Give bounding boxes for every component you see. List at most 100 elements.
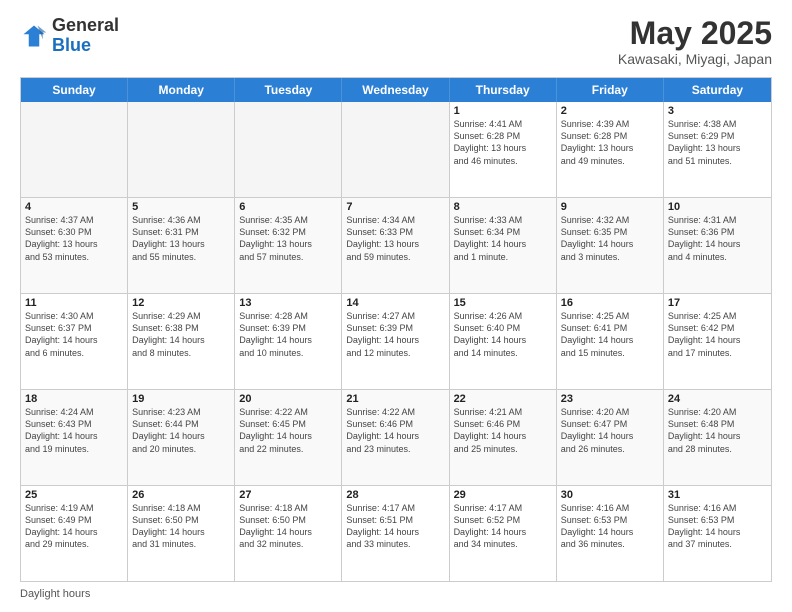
cell-info: Sunrise: 4:38 AM Sunset: 6:29 PM Dayligh…: [668, 118, 767, 167]
day-number: 3: [668, 105, 767, 117]
day-number: 15: [454, 297, 552, 309]
day-number: 13: [239, 297, 337, 309]
calendar-cell: 26Sunrise: 4:18 AM Sunset: 6:50 PM Dayli…: [128, 486, 235, 581]
day-number: 5: [132, 201, 230, 213]
day-number: 29: [454, 489, 552, 501]
calendar-cell: 30Sunrise: 4:16 AM Sunset: 6:53 PM Dayli…: [557, 486, 664, 581]
cell-info: Sunrise: 4:31 AM Sunset: 6:36 PM Dayligh…: [668, 214, 767, 263]
calendar-week-row: 18Sunrise: 4:24 AM Sunset: 6:43 PM Dayli…: [21, 389, 771, 485]
calendar-cell: 24Sunrise: 4:20 AM Sunset: 6:48 PM Dayli…: [664, 390, 771, 485]
calendar-cell: 27Sunrise: 4:18 AM Sunset: 6:50 PM Dayli…: [235, 486, 342, 581]
cell-info: Sunrise: 4:34 AM Sunset: 6:33 PM Dayligh…: [346, 214, 444, 263]
day-number: 14: [346, 297, 444, 309]
calendar-cell: 8Sunrise: 4:33 AM Sunset: 6:34 PM Daylig…: [450, 198, 557, 293]
location: Kawasaki, Miyagi, Japan: [618, 51, 772, 67]
cell-info: Sunrise: 4:17 AM Sunset: 6:51 PM Dayligh…: [346, 502, 444, 551]
day-number: 23: [561, 393, 659, 405]
cell-info: Sunrise: 4:21 AM Sunset: 6:46 PM Dayligh…: [454, 406, 552, 455]
cell-info: Sunrise: 4:16 AM Sunset: 6:53 PM Dayligh…: [668, 502, 767, 551]
cell-info: Sunrise: 4:16 AM Sunset: 6:53 PM Dayligh…: [561, 502, 659, 551]
calendar-cell: 17Sunrise: 4:25 AM Sunset: 6:42 PM Dayli…: [664, 294, 771, 389]
cell-info: Sunrise: 4:20 AM Sunset: 6:47 PM Dayligh…: [561, 406, 659, 455]
calendar-cell: 3Sunrise: 4:38 AM Sunset: 6:29 PM Daylig…: [664, 102, 771, 197]
day-number: 18: [25, 393, 123, 405]
calendar-cell: 9Sunrise: 4:32 AM Sunset: 6:35 PM Daylig…: [557, 198, 664, 293]
day-number: 10: [668, 201, 767, 213]
day-number: 2: [561, 105, 659, 117]
cell-info: Sunrise: 4:33 AM Sunset: 6:34 PM Dayligh…: [454, 214, 552, 263]
calendar-cell: 19Sunrise: 4:23 AM Sunset: 6:44 PM Dayli…: [128, 390, 235, 485]
calendar-cell-empty: [21, 102, 128, 197]
cell-info: Sunrise: 4:18 AM Sunset: 6:50 PM Dayligh…: [239, 502, 337, 551]
day-number: 8: [454, 201, 552, 213]
day-number: 28: [346, 489, 444, 501]
cell-info: Sunrise: 4:39 AM Sunset: 6:28 PM Dayligh…: [561, 118, 659, 167]
calendar-cell: 15Sunrise: 4:26 AM Sunset: 6:40 PM Dayli…: [450, 294, 557, 389]
cell-info: Sunrise: 4:26 AM Sunset: 6:40 PM Dayligh…: [454, 310, 552, 359]
day-number: 25: [25, 489, 123, 501]
month-title: May 2025: [618, 16, 772, 51]
day-number: 16: [561, 297, 659, 309]
cell-info: Sunrise: 4:36 AM Sunset: 6:31 PM Dayligh…: [132, 214, 230, 263]
calendar-cell: 10Sunrise: 4:31 AM Sunset: 6:36 PM Dayli…: [664, 198, 771, 293]
calendar: SundayMondayTuesdayWednesdayThursdayFrid…: [20, 77, 772, 582]
cell-info: Sunrise: 4:19 AM Sunset: 6:49 PM Dayligh…: [25, 502, 123, 551]
calendar-cell: 11Sunrise: 4:30 AM Sunset: 6:37 PM Dayli…: [21, 294, 128, 389]
calendar-cell: 14Sunrise: 4:27 AM Sunset: 6:39 PM Dayli…: [342, 294, 449, 389]
calendar-cell: 20Sunrise: 4:22 AM Sunset: 6:45 PM Dayli…: [235, 390, 342, 485]
calendar-cell: 7Sunrise: 4:34 AM Sunset: 6:33 PM Daylig…: [342, 198, 449, 293]
day-number: 12: [132, 297, 230, 309]
day-number: 20: [239, 393, 337, 405]
day-of-week-header: Saturday: [664, 78, 771, 102]
calendar-cell: 25Sunrise: 4:19 AM Sunset: 6:49 PM Dayli…: [21, 486, 128, 581]
calendar-week-row: 4Sunrise: 4:37 AM Sunset: 6:30 PM Daylig…: [21, 197, 771, 293]
cell-info: Sunrise: 4:23 AM Sunset: 6:44 PM Dayligh…: [132, 406, 230, 455]
day-of-week-header: Wednesday: [342, 78, 449, 102]
day-of-week-header: Monday: [128, 78, 235, 102]
day-number: 26: [132, 489, 230, 501]
logo: General Blue: [20, 16, 119, 56]
day-number: 31: [668, 489, 767, 501]
calendar-cell: 31Sunrise: 4:16 AM Sunset: 6:53 PM Dayli…: [664, 486, 771, 581]
page: General Blue May 2025 Kawasaki, Miyagi, …: [0, 0, 792, 612]
cell-info: Sunrise: 4:28 AM Sunset: 6:39 PM Dayligh…: [239, 310, 337, 359]
day-number: 7: [346, 201, 444, 213]
cell-info: Sunrise: 4:20 AM Sunset: 6:48 PM Dayligh…: [668, 406, 767, 455]
cell-info: Sunrise: 4:41 AM Sunset: 6:28 PM Dayligh…: [454, 118, 552, 167]
logo-blue: Blue: [52, 35, 91, 55]
calendar-cell: 13Sunrise: 4:28 AM Sunset: 6:39 PM Dayli…: [235, 294, 342, 389]
day-number: 21: [346, 393, 444, 405]
cell-info: Sunrise: 4:22 AM Sunset: 6:45 PM Dayligh…: [239, 406, 337, 455]
cell-info: Sunrise: 4:25 AM Sunset: 6:42 PM Dayligh…: [668, 310, 767, 359]
calendar-body: 1Sunrise: 4:41 AM Sunset: 6:28 PM Daylig…: [21, 102, 771, 581]
day-number: 24: [668, 393, 767, 405]
calendar-week-row: 11Sunrise: 4:30 AM Sunset: 6:37 PM Dayli…: [21, 293, 771, 389]
cell-info: Sunrise: 4:18 AM Sunset: 6:50 PM Dayligh…: [132, 502, 230, 551]
calendar-cell: 2Sunrise: 4:39 AM Sunset: 6:28 PM Daylig…: [557, 102, 664, 197]
calendar-cell: 16Sunrise: 4:25 AM Sunset: 6:41 PM Dayli…: [557, 294, 664, 389]
day-number: 9: [561, 201, 659, 213]
cell-info: Sunrise: 4:24 AM Sunset: 6:43 PM Dayligh…: [25, 406, 123, 455]
day-number: 17: [668, 297, 767, 309]
calendar-cell: 1Sunrise: 4:41 AM Sunset: 6:28 PM Daylig…: [450, 102, 557, 197]
day-number: 1: [454, 105, 552, 117]
day-of-week-header: Sunday: [21, 78, 128, 102]
cell-info: Sunrise: 4:25 AM Sunset: 6:41 PM Dayligh…: [561, 310, 659, 359]
logo-icon: [20, 22, 48, 50]
cell-info: Sunrise: 4:27 AM Sunset: 6:39 PM Dayligh…: [346, 310, 444, 359]
calendar-cell: 23Sunrise: 4:20 AM Sunset: 6:47 PM Dayli…: [557, 390, 664, 485]
header: General Blue May 2025 Kawasaki, Miyagi, …: [20, 16, 772, 67]
calendar-cell: 22Sunrise: 4:21 AM Sunset: 6:46 PM Dayli…: [450, 390, 557, 485]
calendar-cell: 28Sunrise: 4:17 AM Sunset: 6:51 PM Dayli…: [342, 486, 449, 581]
day-of-week-header: Tuesday: [235, 78, 342, 102]
cell-info: Sunrise: 4:29 AM Sunset: 6:38 PM Dayligh…: [132, 310, 230, 359]
calendar-cell: 29Sunrise: 4:17 AM Sunset: 6:52 PM Dayli…: [450, 486, 557, 581]
calendar-cell: 18Sunrise: 4:24 AM Sunset: 6:43 PM Dayli…: [21, 390, 128, 485]
logo-general: General: [52, 15, 119, 35]
calendar-cell-empty: [342, 102, 449, 197]
calendar-cell: 21Sunrise: 4:22 AM Sunset: 6:46 PM Dayli…: [342, 390, 449, 485]
day-number: 6: [239, 201, 337, 213]
calendar-week-row: 1Sunrise: 4:41 AM Sunset: 6:28 PM Daylig…: [21, 102, 771, 197]
day-number: 30: [561, 489, 659, 501]
calendar-cell-empty: [128, 102, 235, 197]
